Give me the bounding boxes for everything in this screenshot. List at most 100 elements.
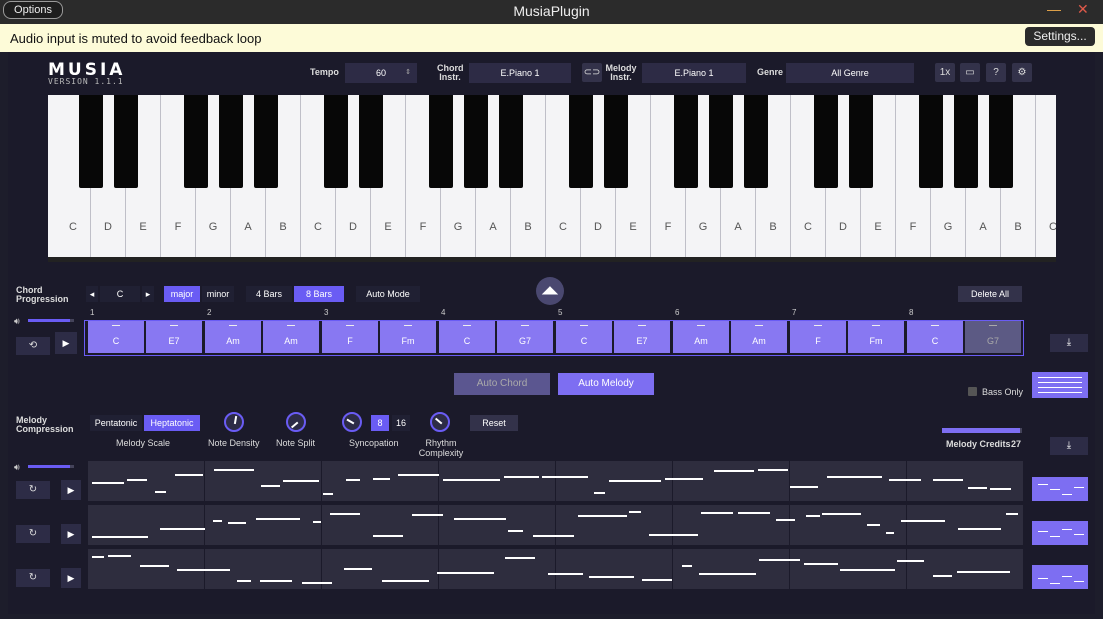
musia-badge-icon[interactable]: ◢◣ [536, 277, 564, 305]
speed-button[interactable]: 1x [935, 63, 955, 82]
gear-icon[interactable]: ⚙ [1012, 63, 1032, 82]
bass-only-checkbox[interactable] [968, 387, 977, 396]
piano-black-key[interactable] [569, 95, 593, 188]
chord-cell[interactable]: C [439, 321, 495, 353]
piano-key-c[interactable]: C [1036, 95, 1056, 257]
4-bars-button[interactable]: 4 Bars [246, 286, 292, 302]
pentatonic-button[interactable]: Pentatonic [90, 415, 142, 431]
chord-cell[interactable]: Am [263, 321, 319, 353]
chord-instr-select[interactable]: E.Piano 1 [469, 63, 571, 83]
melody-regenerate-icon[interactable]: ↻ [16, 525, 50, 543]
chord-cell[interactable]: C [556, 321, 612, 353]
auto-mode-button[interactable]: Auto Mode [356, 286, 420, 302]
piano-black-key[interactable] [814, 95, 838, 188]
melody-play-icon[interactable]: ▶ [61, 480, 81, 500]
8-bars-button[interactable]: 8 Bars [294, 286, 344, 302]
preview-line [1038, 387, 1082, 388]
melody-row[interactable] [88, 549, 1023, 589]
piano-keyboard[interactable]: CDEFGABCDEFGABCDEFGABCDEFGABC [48, 95, 1056, 262]
key-next-icon[interactable]: ▸ [142, 286, 154, 302]
stepper-icon[interactable]: ⇕ [405, 63, 411, 83]
key-value[interactable]: C [100, 286, 140, 302]
chord-cell[interactable]: C [907, 321, 963, 353]
melody-download-icon[interactable]: ⤓ [1050, 437, 1088, 455]
chord-volume-slider[interactable] [28, 319, 74, 322]
melody-row[interactable] [88, 461, 1023, 501]
melody-row[interactable] [88, 505, 1023, 545]
chord-cell[interactable]: Am [205, 321, 261, 353]
piano-black-key[interactable] [184, 95, 208, 188]
syncopation-knob[interactable] [342, 412, 362, 432]
melody-preview-icon[interactable] [1032, 565, 1088, 589]
piano-black-key[interactable] [114, 95, 138, 188]
piano-black-key[interactable] [954, 95, 978, 188]
sync-8-button[interactable]: 8 [371, 415, 389, 431]
heptatonic-button[interactable]: Heptatonic [144, 415, 200, 431]
chord-cell[interactable]: Am [731, 321, 787, 353]
settings-button[interactable]: Settings... [1025, 27, 1095, 46]
rhythm-complexity-knob[interactable] [430, 412, 450, 432]
chord-cell[interactable]: Am [673, 321, 729, 353]
melody-note [256, 518, 300, 520]
major-button[interactable]: major [164, 286, 200, 302]
minimize-icon[interactable]: — [1047, 1, 1061, 17]
piano-black-key[interactable] [849, 95, 873, 188]
auto-chord-button[interactable]: Auto Chord [454, 373, 550, 395]
piano-black-key[interactable] [429, 95, 453, 188]
chord-cell[interactable]: G7 [497, 321, 553, 353]
piano-black-key[interactable] [604, 95, 628, 188]
genre-select[interactable]: All Genre [786, 63, 914, 83]
chord-cell[interactable]: C [88, 321, 144, 353]
melody-volume-slider[interactable] [28, 465, 74, 468]
piano-black-key[interactable] [324, 95, 348, 188]
melody-instr-label: Melody Instr. [605, 64, 637, 82]
melody-regenerate-icon[interactable]: ↻ [16, 481, 50, 499]
delete-all-button[interactable]: Delete All [958, 286, 1022, 302]
close-icon[interactable]: ✕ [1077, 1, 1089, 18]
chord-cell[interactable]: E7 [614, 321, 670, 353]
melody-preview-icon[interactable] [1032, 521, 1088, 545]
sync-16-button[interactable]: 16 [392, 415, 410, 431]
feedback-icon[interactable]: ▭ [960, 63, 980, 82]
piano-black-key[interactable] [464, 95, 488, 188]
piano-black-key[interactable] [254, 95, 278, 188]
melody-instr-select[interactable]: E.Piano 1 [642, 63, 746, 83]
piano-black-key[interactable] [499, 95, 523, 188]
reset-button[interactable]: Reset [470, 415, 518, 431]
piano-black-key[interactable] [359, 95, 383, 188]
melody-play-icon[interactable]: ▶ [61, 524, 81, 544]
piano-black-key[interactable] [709, 95, 733, 188]
chord-cell[interactable]: E7 [146, 321, 202, 353]
chord-download-icon[interactable]: ⤓ [1050, 334, 1088, 352]
minor-button[interactable]: minor [202, 286, 234, 302]
chord-loop-icon[interactable]: ⟲ [16, 337, 50, 355]
piano-black-key[interactable] [744, 95, 768, 188]
melody-note [699, 573, 756, 575]
bar-number: 6 [675, 308, 680, 317]
piano-black-key[interactable] [989, 95, 1013, 188]
chord-cell[interactable]: F [322, 321, 378, 353]
help-button[interactable]: ? [986, 63, 1006, 82]
tempo-input[interactable]: 60 ⇕ [345, 63, 417, 83]
melody-regenerate-icon[interactable]: ↻ [16, 569, 50, 587]
auto-melody-button[interactable]: Auto Melody [558, 373, 654, 395]
chord-cell[interactable]: Fm [380, 321, 436, 353]
note-density-knob[interactable] [224, 412, 244, 432]
chord-cell[interactable]: F [790, 321, 846, 353]
chord-cell[interactable]: G7 [965, 321, 1021, 353]
link-icon[interactable]: ⊂⊃ [582, 63, 602, 82]
melody-note [968, 487, 987, 489]
chord-play-icon[interactable]: ▶ [55, 332, 77, 354]
piano-black-key[interactable] [79, 95, 103, 188]
piano-black-key[interactable] [674, 95, 698, 188]
melody-grid-preview[interactable] [1032, 372, 1088, 398]
melody-play-icon[interactable]: ▶ [61, 568, 81, 588]
piano-key-label: A [244, 221, 252, 233]
key-prev-icon[interactable]: ◂ [86, 286, 98, 302]
melody-scale-label: Melody Scale [116, 438, 171, 448]
piano-black-key[interactable] [919, 95, 943, 188]
piano-black-key[interactable] [219, 95, 243, 188]
note-split-knob[interactable] [286, 412, 306, 432]
chord-cell[interactable]: Fm [848, 321, 904, 353]
melody-preview-icon[interactable] [1032, 477, 1088, 501]
